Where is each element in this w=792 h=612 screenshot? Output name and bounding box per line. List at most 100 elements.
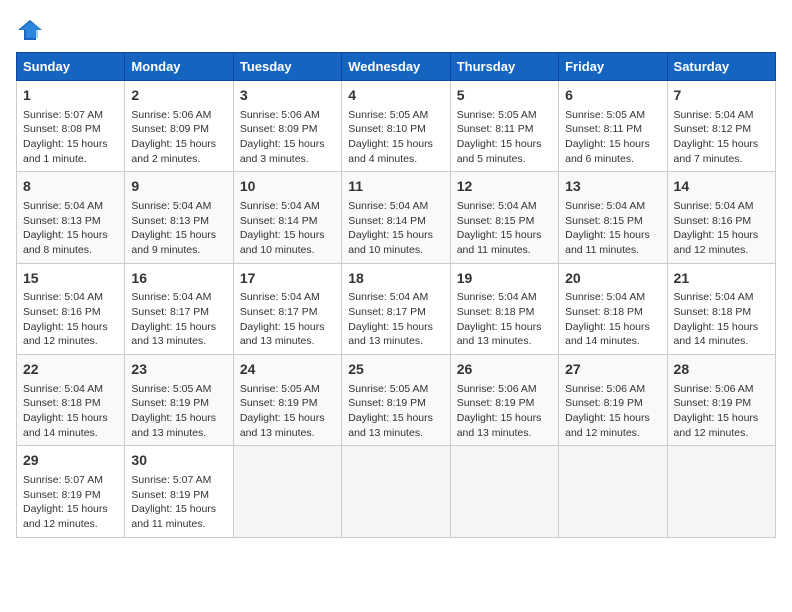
calendar-cell: 7Sunrise: 5:04 AMSunset: 8:12 PMDaylight… [667, 81, 775, 172]
calendar-cell: 10 Sunrise: 5:04 AMSunset: 8:14 PMDayligh… [233, 172, 341, 263]
header [16, 16, 776, 44]
calendar-cell: 17Sunrise: 5:04 AMSunset: 8:17 PMDayligh… [233, 263, 341, 354]
calendar-cell: 19Sunrise: 5:04 AMSunset: 8:18 PMDayligh… [450, 263, 558, 354]
day-number: 10 [240, 177, 335, 197]
day-number: 7 [674, 86, 769, 106]
day-number: 25 [348, 360, 443, 380]
calendar-cell [667, 446, 775, 537]
calendar-cell [233, 446, 341, 537]
calendar: SundayMondayTuesdayWednesdayThursdayFrid… [16, 52, 776, 538]
calendar-cell: 12 Sunrise: 5:04 AMSunset: 8:15 PMDayligh… [450, 172, 558, 263]
day-number: 8 [23, 177, 118, 197]
day-header-monday: Monday [125, 53, 233, 81]
logo-icon [16, 16, 44, 44]
day-info: Sunrise: 5:06 AMSunset: 8:19 PMDaylight:… [565, 383, 650, 439]
day-number: 13 [565, 177, 660, 197]
day-number: 11 [348, 177, 443, 197]
calendar-cell: 27 Sunrise: 5:06 AMSunset: 8:19 PMDayligh… [559, 355, 667, 446]
day-info: Sunrise: 5:06 AMSunset: 8:09 PMDaylight:… [240, 109, 325, 165]
calendar-cell: 9 Sunrise: 5:04 AMSunset: 8:13 PMDaylight… [125, 172, 233, 263]
day-info: Sunrise: 5:06 AMSunset: 8:19 PMDaylight:… [457, 383, 542, 439]
day-header-friday: Friday [559, 53, 667, 81]
day-info: Sunrise: 5:04 AMSunset: 8:15 PMDaylight:… [565, 200, 650, 256]
calendar-cell: 25 Sunrise: 5:05 AMSunset: 8:19 PMDayligh… [342, 355, 450, 446]
day-number: 18 [348, 269, 443, 289]
calendar-week-2: 8 Sunrise: 5:04 AMSunset: 8:13 PMDaylight… [17, 172, 776, 263]
day-info: Sunrise: 5:04 AMSunset: 8:15 PMDaylight:… [457, 200, 542, 256]
day-number: 12 [457, 177, 552, 197]
day-info: Sunrise: 5:05 AMSunset: 8:10 PMDaylight:… [348, 109, 433, 165]
calendar-cell: 1Sunrise: 5:07 AMSunset: 8:08 PMDaylight… [17, 81, 125, 172]
day-number: 19 [457, 269, 552, 289]
day-number: 27 [565, 360, 660, 380]
day-number: 3 [240, 86, 335, 106]
day-number: 23 [131, 360, 226, 380]
calendar-cell: 30 Sunrise: 5:07 AMSunset: 8:19 PMDayligh… [125, 446, 233, 537]
day-info: Sunrise: 5:04 AMSunset: 8:18 PMDaylight:… [674, 291, 759, 347]
calendar-cell: 24 Sunrise: 5:05 AMSunset: 8:19 PMDayligh… [233, 355, 341, 446]
calendar-week-1: 1Sunrise: 5:07 AMSunset: 8:08 PMDaylight… [17, 81, 776, 172]
day-number: 24 [240, 360, 335, 380]
calendar-week-5: 29 Sunrise: 5:07 AMSunset: 8:19 PMDayligh… [17, 446, 776, 537]
day-number: 6 [565, 86, 660, 106]
day-info: Sunrise: 5:07 AMSunset: 8:19 PMDaylight:… [131, 474, 216, 530]
day-info: Sunrise: 5:04 AMSunset: 8:13 PMDaylight:… [23, 200, 108, 256]
day-header-sunday: Sunday [17, 53, 125, 81]
day-info: Sunrise: 5:07 AMSunset: 8:08 PMDaylight:… [23, 109, 108, 165]
day-info: Sunrise: 5:04 AMSunset: 8:18 PMDaylight:… [457, 291, 542, 347]
day-number: 14 [674, 177, 769, 197]
day-header-wednesday: Wednesday [342, 53, 450, 81]
day-number: 5 [457, 86, 552, 106]
calendar-cell: 13 Sunrise: 5:04 AMSunset: 8:15 PMDayligh… [559, 172, 667, 263]
day-number: 20 [565, 269, 660, 289]
calendar-cell [450, 446, 558, 537]
calendar-week-3: 15Sunrise: 5:04 AMSunset: 8:16 PMDayligh… [17, 263, 776, 354]
day-info: Sunrise: 5:04 AMSunset: 8:14 PMDaylight:… [348, 200, 433, 256]
calendar-cell: 23 Sunrise: 5:05 AMSunset: 8:19 PMDayligh… [125, 355, 233, 446]
calendar-cell: 22 Sunrise: 5:04 AMSunset: 8:18 PMDayligh… [17, 355, 125, 446]
calendar-cell: 15Sunrise: 5:04 AMSunset: 8:16 PMDayligh… [17, 263, 125, 354]
day-info: Sunrise: 5:04 AMSunset: 8:16 PMDaylight:… [674, 200, 759, 256]
day-number: 29 [23, 451, 118, 471]
calendar-cell: 29 Sunrise: 5:07 AMSunset: 8:19 PMDayligh… [17, 446, 125, 537]
day-header-tuesday: Tuesday [233, 53, 341, 81]
calendar-cell [342, 446, 450, 537]
calendar-cell: 2Sunrise: 5:06 AMSunset: 8:09 PMDaylight… [125, 81, 233, 172]
day-number: 17 [240, 269, 335, 289]
day-info: Sunrise: 5:05 AMSunset: 8:19 PMDaylight:… [348, 383, 433, 439]
day-number: 16 [131, 269, 226, 289]
day-number: 2 [131, 86, 226, 106]
day-info: Sunrise: 5:04 AMSunset: 8:18 PMDaylight:… [23, 383, 108, 439]
day-info: Sunrise: 5:07 AMSunset: 8:19 PMDaylight:… [23, 474, 108, 530]
calendar-cell: 18Sunrise: 5:04 AMSunset: 8:17 PMDayligh… [342, 263, 450, 354]
day-info: Sunrise: 5:04 AMSunset: 8:17 PMDaylight:… [131, 291, 216, 347]
calendar-header-row: SundayMondayTuesdayWednesdayThursdayFrid… [17, 53, 776, 81]
day-number: 9 [131, 177, 226, 197]
calendar-cell: 26Sunrise: 5:06 AMSunset: 8:19 PMDayligh… [450, 355, 558, 446]
calendar-cell: 3 Sunrise: 5:06 AMSunset: 8:09 PMDaylight… [233, 81, 341, 172]
day-info: Sunrise: 5:04 AMSunset: 8:14 PMDaylight:… [240, 200, 325, 256]
day-info: Sunrise: 5:04 AMSunset: 8:18 PMDaylight:… [565, 291, 650, 347]
day-number: 21 [674, 269, 769, 289]
day-number: 15 [23, 269, 118, 289]
calendar-cell: 14 Sunrise: 5:04 AMSunset: 8:16 PMDayligh… [667, 172, 775, 263]
day-info: Sunrise: 5:05 AMSunset: 8:19 PMDaylight:… [131, 383, 216, 439]
calendar-week-4: 22 Sunrise: 5:04 AMSunset: 8:18 PMDayligh… [17, 355, 776, 446]
day-info: Sunrise: 5:05 AMSunset: 8:11 PMDaylight:… [565, 109, 650, 165]
day-info: Sunrise: 5:04 AMSunset: 8:13 PMDaylight:… [131, 200, 216, 256]
calendar-cell: 20Sunrise: 5:04 AMSunset: 8:18 PMDayligh… [559, 263, 667, 354]
day-info: Sunrise: 5:04 AMSunset: 8:17 PMDaylight:… [348, 291, 433, 347]
day-number: 30 [131, 451, 226, 471]
day-header-thursday: Thursday [450, 53, 558, 81]
calendar-cell: 21Sunrise: 5:04 AMSunset: 8:18 PMDayligh… [667, 263, 775, 354]
day-number: 28 [674, 360, 769, 380]
day-info: Sunrise: 5:04 AMSunset: 8:17 PMDaylight:… [240, 291, 325, 347]
day-info: Sunrise: 5:05 AMSunset: 8:11 PMDaylight:… [457, 109, 542, 165]
day-number: 22 [23, 360, 118, 380]
calendar-cell: 28Sunrise: 5:06 AMSunset: 8:19 PMDayligh… [667, 355, 775, 446]
calendar-cell: 16Sunrise: 5:04 AMSunset: 8:17 PMDayligh… [125, 263, 233, 354]
calendar-cell [559, 446, 667, 537]
day-info: Sunrise: 5:04 AMSunset: 8:16 PMDaylight:… [23, 291, 108, 347]
day-number: 4 [348, 86, 443, 106]
day-info: Sunrise: 5:05 AMSunset: 8:19 PMDaylight:… [240, 383, 325, 439]
